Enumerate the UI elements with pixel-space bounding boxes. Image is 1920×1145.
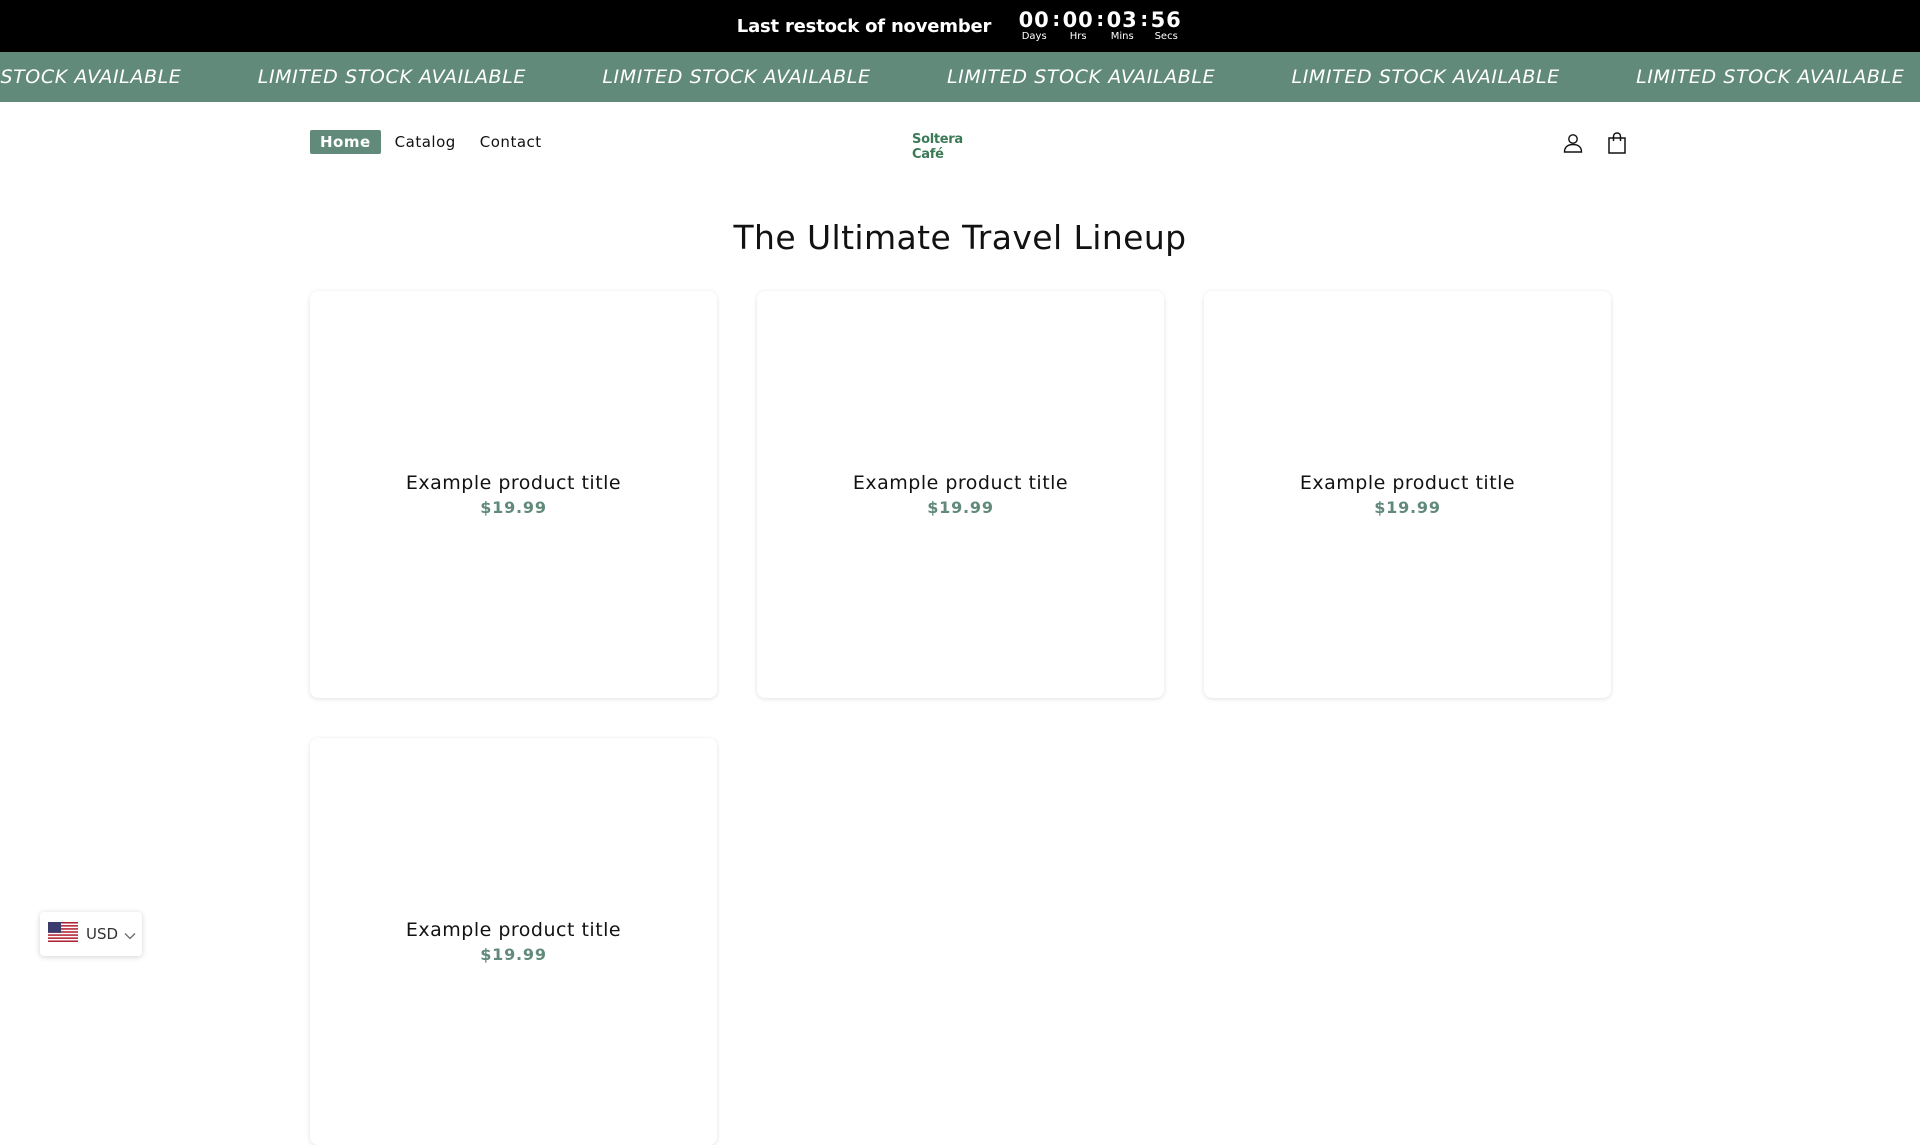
product-price: $19.99: [480, 498, 547, 517]
logo-text: Soltera Café: [912, 132, 963, 162]
countdown-minutes-value: 03: [1106, 8, 1138, 32]
announcement-bar: Last restock of november 00 Days : 00 Hr…: [0, 0, 1920, 52]
marquee-item: LIMITED STOCK AVAILABLE: [1636, 66, 1905, 88]
countdown-separator: :: [1096, 7, 1105, 31]
countdown-hours-label: Hrs: [1069, 31, 1087, 42]
countdown-minutes-label: Mins: [1110, 31, 1134, 42]
product-card[interactable]: Example product title $19.99: [310, 291, 717, 698]
marquee-item: LIMITED STOCK AVAILABLE: [602, 66, 871, 88]
account-icon[interactable]: [1560, 130, 1586, 156]
product-title[interactable]: Example product title: [1300, 472, 1515, 494]
nav-link-home[interactable]: Home: [310, 130, 381, 154]
main-nav: Home Catalog Contact: [310, 130, 556, 154]
stock-marquee: LIMITED STOCK AVAILABLE LIMITED STOCK AV…: [0, 52, 1920, 102]
product-card[interactable]: Example product title $19.99: [757, 291, 1164, 698]
marquee-item: LIMITED STOCK AVAILABLE: [1291, 66, 1560, 88]
marquee-item: LIMITED STOCK AVAILABLE: [0, 66, 182, 88]
product-title[interactable]: Example product title: [406, 919, 621, 941]
product-card[interactable]: Example product title $19.99: [1204, 291, 1611, 698]
countdown-seconds-label: Secs: [1154, 31, 1178, 42]
currency-code: USD: [86, 925, 119, 943]
product-price: $19.99: [480, 945, 547, 964]
countdown-timer: 00 Days : 00 Hrs : 03 Mins : 56 Secs: [1017, 9, 1183, 43]
currency-selector[interactable]: USD: [40, 912, 142, 956]
countdown-seconds: 56 Secs: [1149, 9, 1183, 43]
nav-link-catalog[interactable]: Catalog: [385, 130, 466, 154]
nav-link-contact[interactable]: Contact: [470, 130, 552, 154]
announcement-text: Last restock of november: [736, 15, 992, 37]
chevron-down-icon: [124, 925, 136, 944]
store-logo[interactable]: Soltera Café: [912, 132, 998, 162]
countdown-days-label: Days: [1021, 31, 1047, 42]
section-title: The Ultimate Travel Lineup: [733, 218, 1187, 257]
countdown-days-value: 00: [1018, 8, 1050, 32]
header-actions: [1542, 130, 1630, 156]
countdown-separator: :: [1140, 7, 1149, 31]
marquee-item: LIMITED STOCK AVAILABLE: [257, 66, 526, 88]
product-title[interactable]: Example product title: [406, 472, 621, 494]
marquee-track: LIMITED STOCK AVAILABLE LIMITED STOCK AV…: [0, 52, 1920, 102]
product-title[interactable]: Example product title: [853, 472, 1068, 494]
countdown-seconds-value: 56: [1150, 8, 1182, 32]
countdown-minutes: 03 Mins: [1105, 9, 1139, 43]
product-price: $19.99: [1374, 498, 1441, 517]
product-card[interactable]: Example product title $19.99: [310, 738, 717, 1145]
cart-icon[interactable]: [1604, 130, 1630, 156]
countdown-hours: 00 Hrs: [1061, 9, 1095, 43]
product-price: $19.99: [927, 498, 994, 517]
marquee-item: LIMITED STOCK AVAILABLE: [946, 66, 1216, 88]
countdown-days: 00 Days: [1017, 9, 1051, 43]
countdown-separator: :: [1052, 7, 1061, 31]
countdown-hours-value: 00: [1062, 8, 1094, 32]
site-header: Home Catalog Contact Soltera Café: [0, 102, 1920, 186]
us-flag-icon: [48, 922, 78, 946]
